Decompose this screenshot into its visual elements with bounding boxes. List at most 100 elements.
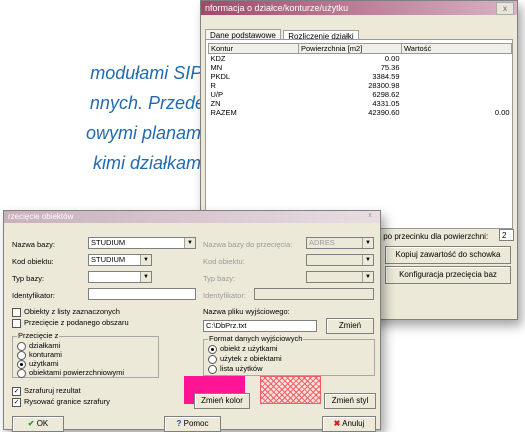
output-file-label: Nazwa pliku wyjściowego: (203, 307, 290, 316)
radio-dot[interactable] (17, 368, 26, 378)
change-file-button[interactable]: Zmień (326, 318, 374, 334)
right-base-select[interactable]: ADRES ▼ (306, 237, 374, 249)
given-area-checkbox[interactable]: Przecięcie z podanego obszaru (12, 318, 129, 328)
chevron-down-icon[interactable]: ▼ (140, 255, 151, 265)
draw-borders-label: Rysować granice szrafury (24, 397, 110, 406)
cell-contour: U/P (210, 90, 224, 99)
radio-use-with-objects[interactable]: użytek z obiektami (208, 354, 282, 364)
base-type-select[interactable]: ▼ (88, 271, 152, 283)
draw-borders-checkbox[interactable]: ✓ Rysować granice szrafury (12, 397, 110, 407)
question-mark-icon: ? (176, 419, 182, 428)
output-file-input[interactable]: C:\DbPrz.txt (203, 320, 317, 332)
change-style-button[interactable]: Zmień styl (324, 393, 376, 409)
right-identifier-label: Identyfikator: (203, 291, 246, 300)
help-button[interactable]: ? Pomoc (164, 416, 221, 432)
cell-area: 6298.62 (372, 90, 400, 99)
help-label: Pomoc (183, 419, 209, 428)
radio-dot[interactable] (208, 354, 217, 364)
radio-dot[interactable] (208, 364, 217, 374)
intersection-titlebar[interactable]: rzecięcie obiektów x (4, 211, 380, 223)
table-row[interactable]: U/P 6298.62 (209, 90, 512, 99)
change-color-button[interactable]: Zmień kolor (194, 393, 250, 409)
copy-clipboard-button[interactable]: Kopiuj zawartość do schowka (385, 246, 511, 264)
table-row[interactable]: ZN 4331.05 (209, 99, 512, 108)
right-code-label: Kod obiektu: (203, 257, 245, 266)
base-name-select[interactable]: STUDIUM ▼ (88, 237, 196, 249)
radio-label: użytek z obiektami (220, 354, 282, 363)
intersect-group-caption: Przecięcie z (17, 331, 60, 340)
right-code-select[interactable]: ▼ (306, 254, 374, 266)
cell-area: 0.00 (384, 54, 400, 63)
close-icon[interactable]: x (496, 2, 514, 15)
base-name-label: Nazwa bazy: (12, 240, 55, 249)
chevron-down-icon[interactable]: ▼ (184, 238, 195, 248)
precision-input[interactable]: 2 (499, 229, 514, 241)
identifier-label: Identyfikator: (12, 291, 55, 300)
chevron-down-icon[interactable]: ▼ (362, 238, 373, 248)
ok-label: OK (36, 419, 49, 428)
cell-value (402, 81, 512, 90)
background-text-line: modułami SIP, (90, 63, 205, 83)
table-row[interactable]: KDZ 0.00 (209, 54, 512, 63)
contour-table: Kontur Powierzchnia [m2] Wartość KDZ 0.00… (208, 43, 512, 117)
chevron-down-icon[interactable]: ▼ (140, 272, 151, 282)
checkbox-box[interactable]: ✓ (12, 397, 21, 407)
close-x-icon: ✖ (333, 419, 341, 428)
radio-area-objects[interactable]: obiektami powierzchniowymi (17, 368, 124, 378)
radio-label: obiektami powierzchniowymi (29, 368, 125, 377)
checkbox-box[interactable] (12, 318, 21, 328)
hatch-result-checkbox[interactable]: ✓ Szrafuruj rezultat (12, 386, 81, 396)
table-row[interactable]: R 28300.98 (209, 81, 512, 90)
given-area-label: Przecięcie z podanego obszaru (24, 318, 129, 327)
close-icon[interactable]: x (363, 211, 377, 221)
background-text-line: owymi planami (85, 123, 205, 143)
intersect-with-group: Przecięcie z działkami konturami użytkam… (12, 331, 159, 378)
right-base-label: Nazwa bazy do przecięcia: (203, 240, 293, 249)
radio-uses-list[interactable]: lista użytków (208, 364, 263, 374)
background-text-line: kimi działkami (92, 153, 205, 173)
radio-object-with-uses[interactable]: obiekt z użytkami (208, 344, 278, 354)
settlement-panel: Kontur Powierzchnia [m2] Wartość KDZ 0.00… (205, 39, 513, 229)
object-code-select[interactable]: STUDIUM ▼ (88, 254, 152, 266)
parcel-info-title: nformacja o działce/konturze/użytku (205, 3, 349, 13)
right-identifier-input[interactable] (254, 288, 374, 300)
checkbox-box[interactable] (12, 307, 21, 317)
column-header-value[interactable]: Wartość (401, 43, 512, 54)
radio-dot[interactable] (208, 344, 217, 354)
hatch-style-swatch (260, 376, 321, 404)
table-row[interactable]: RAZEM 42390.60 0.00 (209, 108, 512, 117)
right-type-select[interactable]: ▼ (306, 271, 374, 283)
cell-area: 3384.59 (372, 72, 400, 81)
ok-button[interactable]: ✔ OK (12, 416, 64, 432)
parcel-info-titlebar[interactable]: nformacja o działce/konturze/użytku x (201, 1, 517, 15)
cell-contour: R (210, 81, 216, 90)
column-header-area[interactable]: Powierzchnia [m2] (298, 43, 402, 54)
radio-label: lista użytków (220, 364, 263, 373)
right-type-label: Typ bazy: (203, 274, 236, 283)
table-row[interactable]: PKDL 3384.59 (209, 72, 512, 81)
column-header-contour[interactable]: Kontur (208, 43, 299, 54)
cell-value (402, 72, 512, 81)
cell-area: 4331.05 (372, 99, 400, 108)
background-text-line: nnych. Przede (89, 93, 205, 113)
cancel-button[interactable]: ✖ Anuluj (322, 416, 376, 432)
chevron-down-icon[interactable]: ▼ (362, 272, 373, 282)
radio-label: konturami (29, 350, 62, 359)
cell-value (402, 99, 512, 108)
cell-value: 0.00 (494, 108, 510, 117)
identifier-input[interactable] (88, 288, 196, 300)
object-intersection-dialog: rzecięcie obiektów x Nazwa bazy: STUDIUM… (3, 210, 381, 432)
radio-label: użytkami (29, 359, 59, 368)
intersection-title: rzecięcie obiektów (8, 212, 74, 221)
chevron-down-icon[interactable]: ▼ (362, 255, 373, 265)
intersection-config-button[interactable]: Konfiguracja przecięcia baz (385, 266, 511, 284)
base-type-label: Typ bazy: (12, 274, 45, 283)
cell-area: 75.36 (380, 63, 400, 72)
checkbox-box[interactable]: ✓ (12, 386, 21, 396)
selected-list-label: Obiekty z listy zaznaczonych (24, 307, 120, 316)
checkmark-icon: ✔ (27, 419, 35, 428)
table-row[interactable]: MN 75.36 (209, 63, 512, 72)
cell-value (402, 90, 512, 99)
selected-list-checkbox[interactable]: Obiekty z listy zaznaczonych (12, 307, 120, 317)
radio-label: działkami (29, 341, 61, 350)
